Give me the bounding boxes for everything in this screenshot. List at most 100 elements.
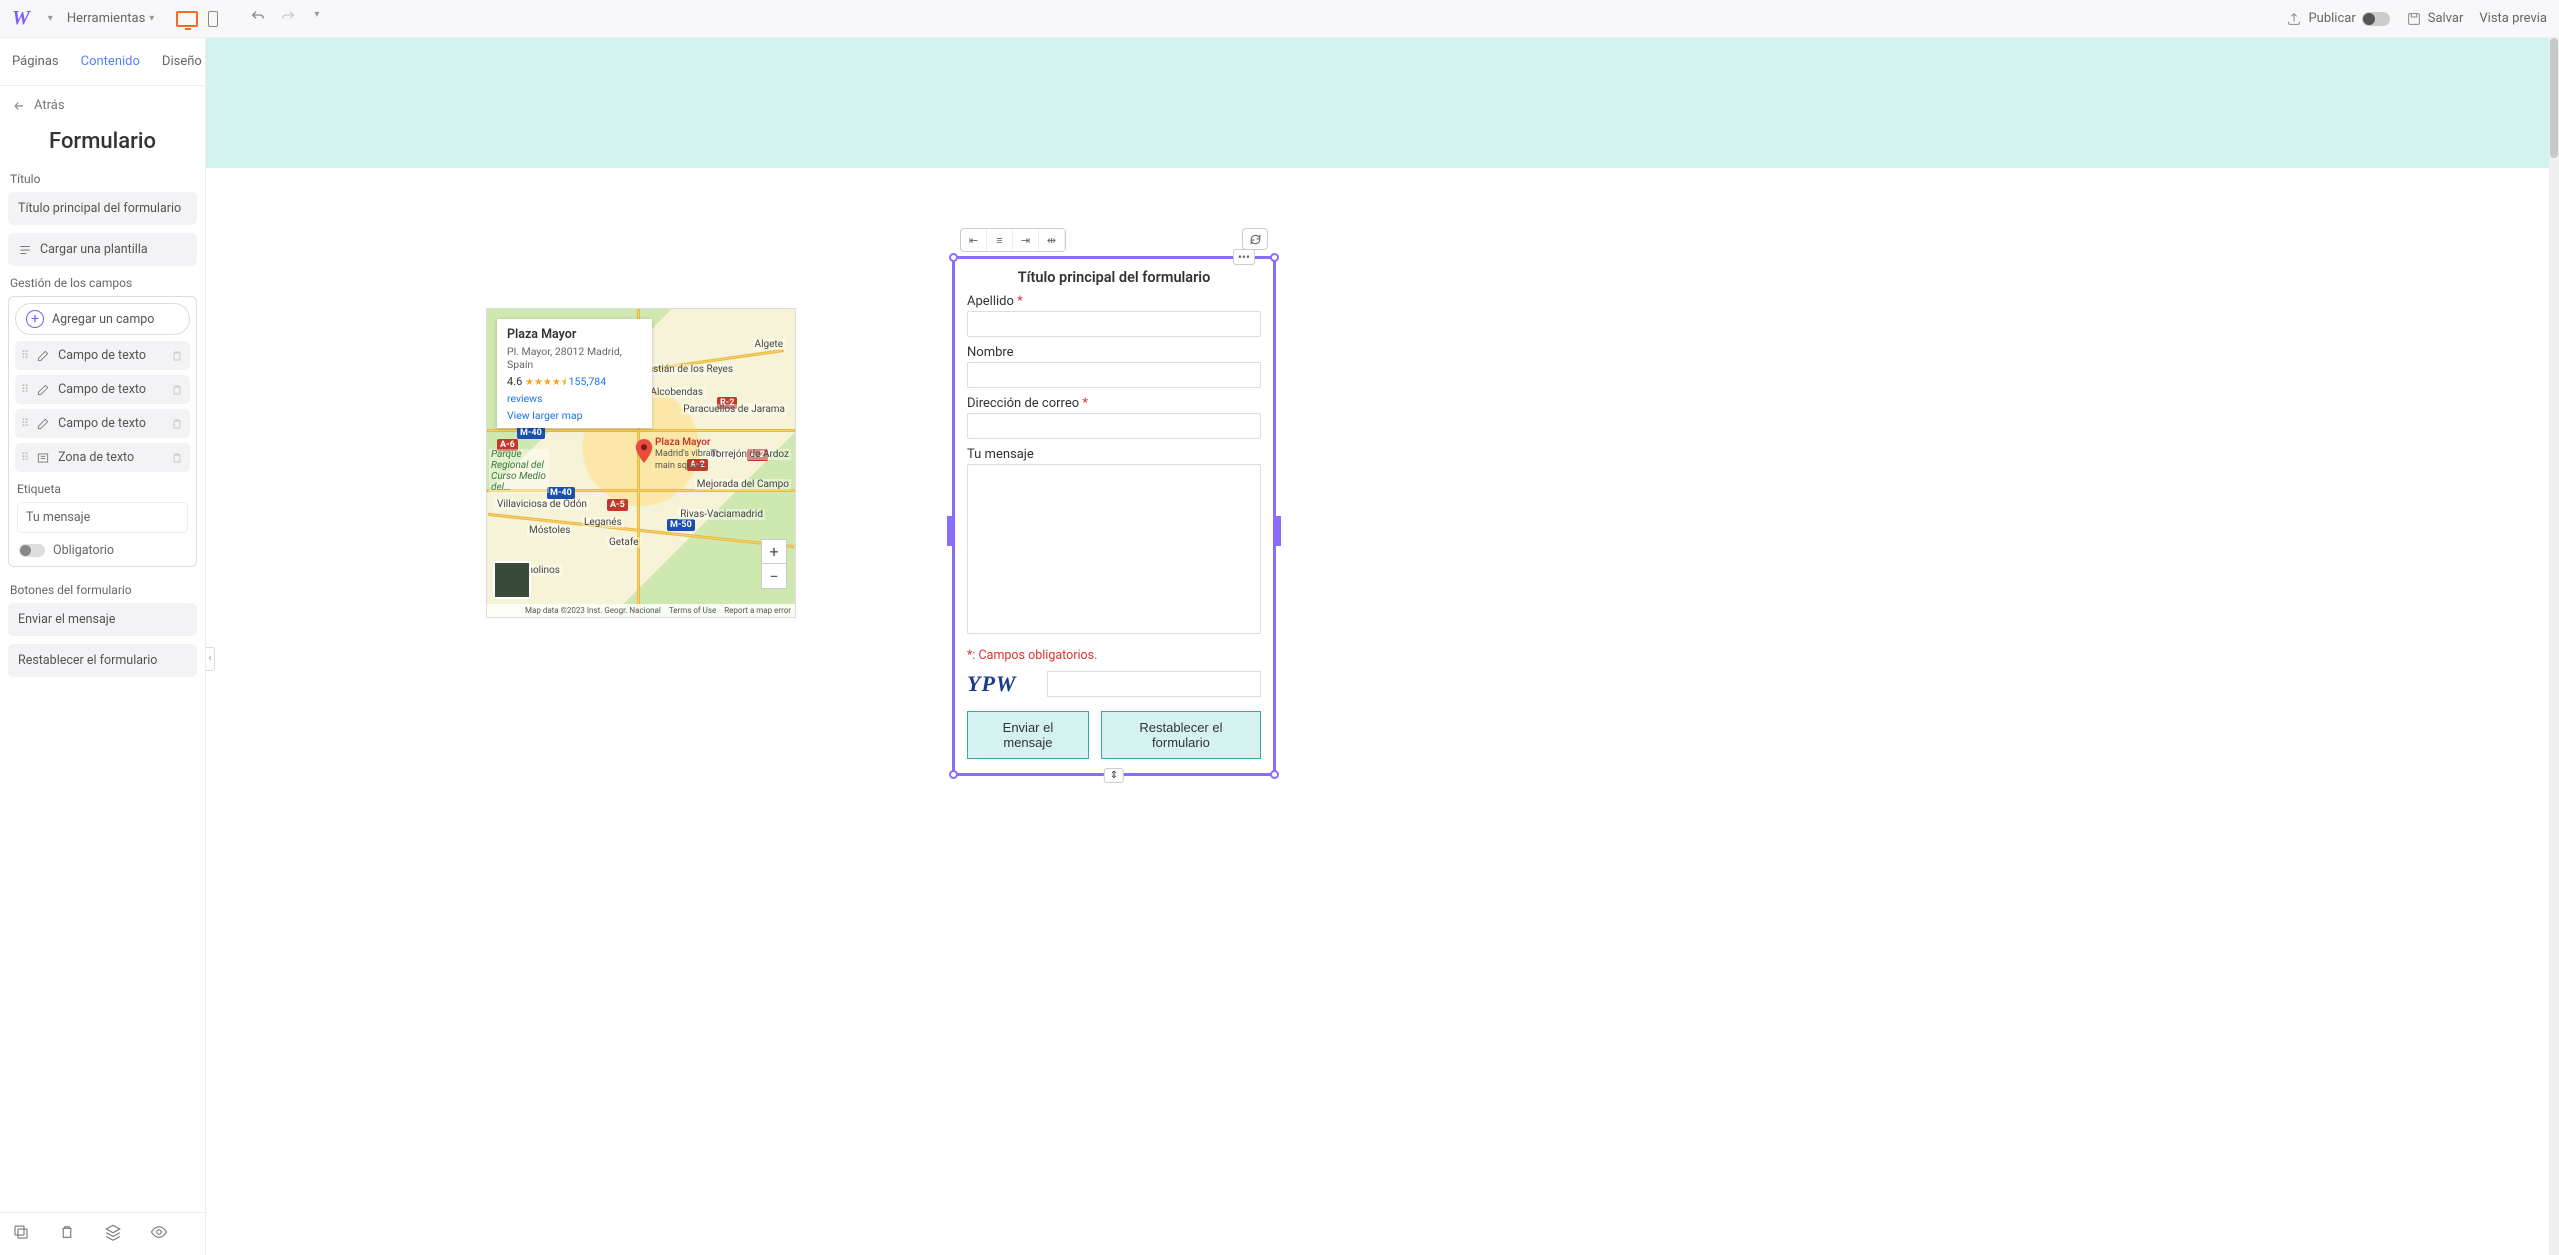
drag-handle-icon[interactable]: ⠿	[21, 451, 28, 464]
captcha-input[interactable]	[1047, 671, 1261, 697]
visibility-icon[interactable]	[150, 1223, 168, 1245]
field-label: Campo de texto	[58, 416, 146, 431]
etiqueta-label: Etiqueta	[17, 482, 188, 496]
city-label: Villaviciosa de Odón	[495, 499, 589, 510]
chevron-down-icon[interactable]: ▾	[314, 9, 319, 29]
drag-handle-icon[interactable]: ⠿	[21, 383, 28, 396]
zoom-out-button[interactable]: −	[762, 564, 786, 588]
bottom-handle-icon[interactable]: ⇕	[1104, 768, 1124, 783]
chevron-down-icon[interactable]: ▾	[48, 13, 53, 24]
preview-button[interactable]: Vista previa	[2479, 11, 2547, 26]
align-right-icon[interactable]: ⇥	[1013, 229, 1039, 251]
resize-handle[interactable]	[949, 770, 958, 779]
map-address: Pl. Mayor, 28012 Madrid, Spain	[507, 345, 642, 371]
field-row[interactable]: ⠿ Zona de texto	[15, 443, 190, 472]
tab-design[interactable]: Diseño	[160, 50, 204, 73]
map-pin-icon[interactable]	[635, 439, 653, 457]
load-template-button[interactable]: Cargar una plantilla	[8, 233, 197, 266]
etiqueta-input[interactable]: Tu mensaje	[17, 502, 188, 533]
send-button[interactable]: Enviar el mensaje	[967, 711, 1089, 759]
satellite-toggle[interactable]	[493, 561, 531, 599]
align-center-icon[interactable]: ≡	[987, 229, 1013, 251]
add-field-button[interactable]: + Agregar un campo	[15, 303, 190, 335]
canvas-scrollbar[interactable]	[2549, 38, 2559, 1255]
delete-icon[interactable]	[170, 417, 184, 431]
resize-handle[interactable]	[1270, 253, 1279, 262]
back-button[interactable]: Atrás	[8, 86, 197, 121]
align-left-icon[interactable]: ⇤	[961, 229, 987, 251]
side-handle[interactable]	[1276, 516, 1281, 546]
tools-menu[interactable]: Herramientas ▾	[67, 11, 155, 26]
more-menu-icon[interactable]: •••	[1233, 249, 1255, 265]
mensaje-textarea[interactable]	[967, 464, 1261, 634]
side-handle[interactable]	[947, 516, 952, 546]
undo-icon[interactable]	[250, 9, 266, 29]
duplicate-icon[interactable]	[12, 1223, 30, 1245]
city-label: Rivas-Vaciamadrid	[678, 509, 765, 520]
delete-icon[interactable]	[58, 1223, 76, 1245]
mobile-view-icon[interactable]	[208, 11, 218, 27]
zoom-in-button[interactable]: +	[762, 540, 786, 564]
refresh-icon[interactable]	[1242, 228, 1268, 250]
map-terms-link[interactable]: Terms of Use	[669, 606, 716, 615]
correo-input[interactable]	[967, 413, 1261, 439]
app-logo[interactable]: W	[12, 7, 30, 30]
publish-toggle[interactable]	[2362, 12, 2390, 26]
sidebar: Páginas Contenido Diseño Atrás Formulari…	[0, 38, 206, 1255]
publish-label: Publicar	[2308, 11, 2355, 26]
fields-section-label: Gestión de los campos	[10, 276, 195, 290]
map-attribution: Map data ©2023 Inst. Geogr. Nacional Ter…	[487, 604, 795, 617]
resize-handle[interactable]	[949, 253, 958, 262]
reset-button-text-input[interactable]: Restablecer el formulario	[8, 644, 197, 677]
form-widget-selected[interactable]: ⇤ ≡ ⇥ ⇹ ••• ⇕ Título prin	[952, 228, 1276, 776]
city-label: Leganés	[582, 517, 624, 528]
fields-manager: + Agregar un campo ⠿ Campo de texto ⠿ Ca…	[8, 296, 197, 567]
field-row[interactable]: ⠿ Campo de texto	[15, 375, 190, 404]
layers-icon[interactable]	[104, 1223, 122, 1245]
captcha-image: YPW	[967, 671, 1037, 697]
form-title-input[interactable]: Título principal del formulario	[8, 192, 197, 225]
redo-icon[interactable]	[280, 9, 296, 29]
save-button[interactable]: Salvar	[2406, 11, 2464, 27]
drag-handle-icon[interactable]: ⠿	[21, 417, 28, 430]
edit-icon[interactable]	[36, 383, 50, 397]
map-widget[interactable]: M-40 A-2 R-2 A-5 M-40 M-50 A-2 M-503 A-6…	[486, 308, 796, 618]
align-stretch-icon[interactable]: ⇹	[1039, 229, 1065, 251]
send-button-text-input[interactable]: Enviar el mensaje	[8, 603, 197, 636]
sidebar-bottom-tools	[0, 1212, 205, 1255]
back-label: Atrás	[34, 98, 65, 113]
load-template-label: Cargar una plantilla	[40, 242, 148, 257]
tab-content[interactable]: Contenido	[79, 50, 142, 73]
map-info-popup: Plaza Mayor Pl. Mayor, 28012 Madrid, Spa…	[497, 319, 652, 428]
nombre-input[interactable]	[967, 362, 1261, 388]
form-selection-box: ••• ⇕ Título principal del formulario Ap…	[952, 256, 1276, 776]
edit-icon[interactable]	[36, 417, 50, 431]
reset-button[interactable]: Restablecer el formulario	[1101, 711, 1261, 759]
map-pin-label: Plaza Mayor Madrid's vibrant main square	[655, 437, 725, 472]
field-label: Campo de texto	[58, 382, 146, 397]
view-larger-map-link[interactable]: View larger map	[507, 409, 642, 422]
desktop-view-icon[interactable]	[176, 11, 198, 27]
drag-handle-icon[interactable]: ⠿	[21, 349, 28, 362]
scrollbar-thumb[interactable]	[2550, 38, 2558, 158]
apellido-input[interactable]	[967, 311, 1261, 337]
field-row[interactable]: ⠿ Campo de texto	[15, 409, 190, 438]
delete-icon[interactable]	[170, 383, 184, 397]
park-label: Parque Regional del Curso Medio del…	[489, 449, 549, 493]
tab-pages[interactable]: Páginas	[10, 50, 61, 73]
tools-menu-label: Herramientas	[67, 11, 145, 26]
hero-section[interactable]	[206, 38, 2559, 168]
textarea-icon[interactable]	[36, 451, 50, 465]
obligatorio-toggle[interactable]	[19, 544, 45, 557]
canvas[interactable]: ‹ M-40 A-2 R-2 A-5 M-40 M-50 A-2 M-503 A…	[206, 38, 2559, 1255]
city-label: Móstoles	[527, 525, 572, 536]
required-note: *: Campos obligatorios.	[967, 648, 1261, 663]
delete-icon[interactable]	[170, 349, 184, 363]
edit-icon[interactable]	[36, 349, 50, 363]
delete-icon[interactable]	[170, 451, 184, 465]
map-report-link[interactable]: Report a map error	[724, 606, 791, 615]
field-label-nombre: Nombre	[967, 345, 1261, 360]
field-row[interactable]: ⠿ Campo de texto	[15, 341, 190, 370]
publish-button[interactable]: Publicar	[2286, 11, 2389, 27]
resize-handle[interactable]	[1270, 770, 1279, 779]
